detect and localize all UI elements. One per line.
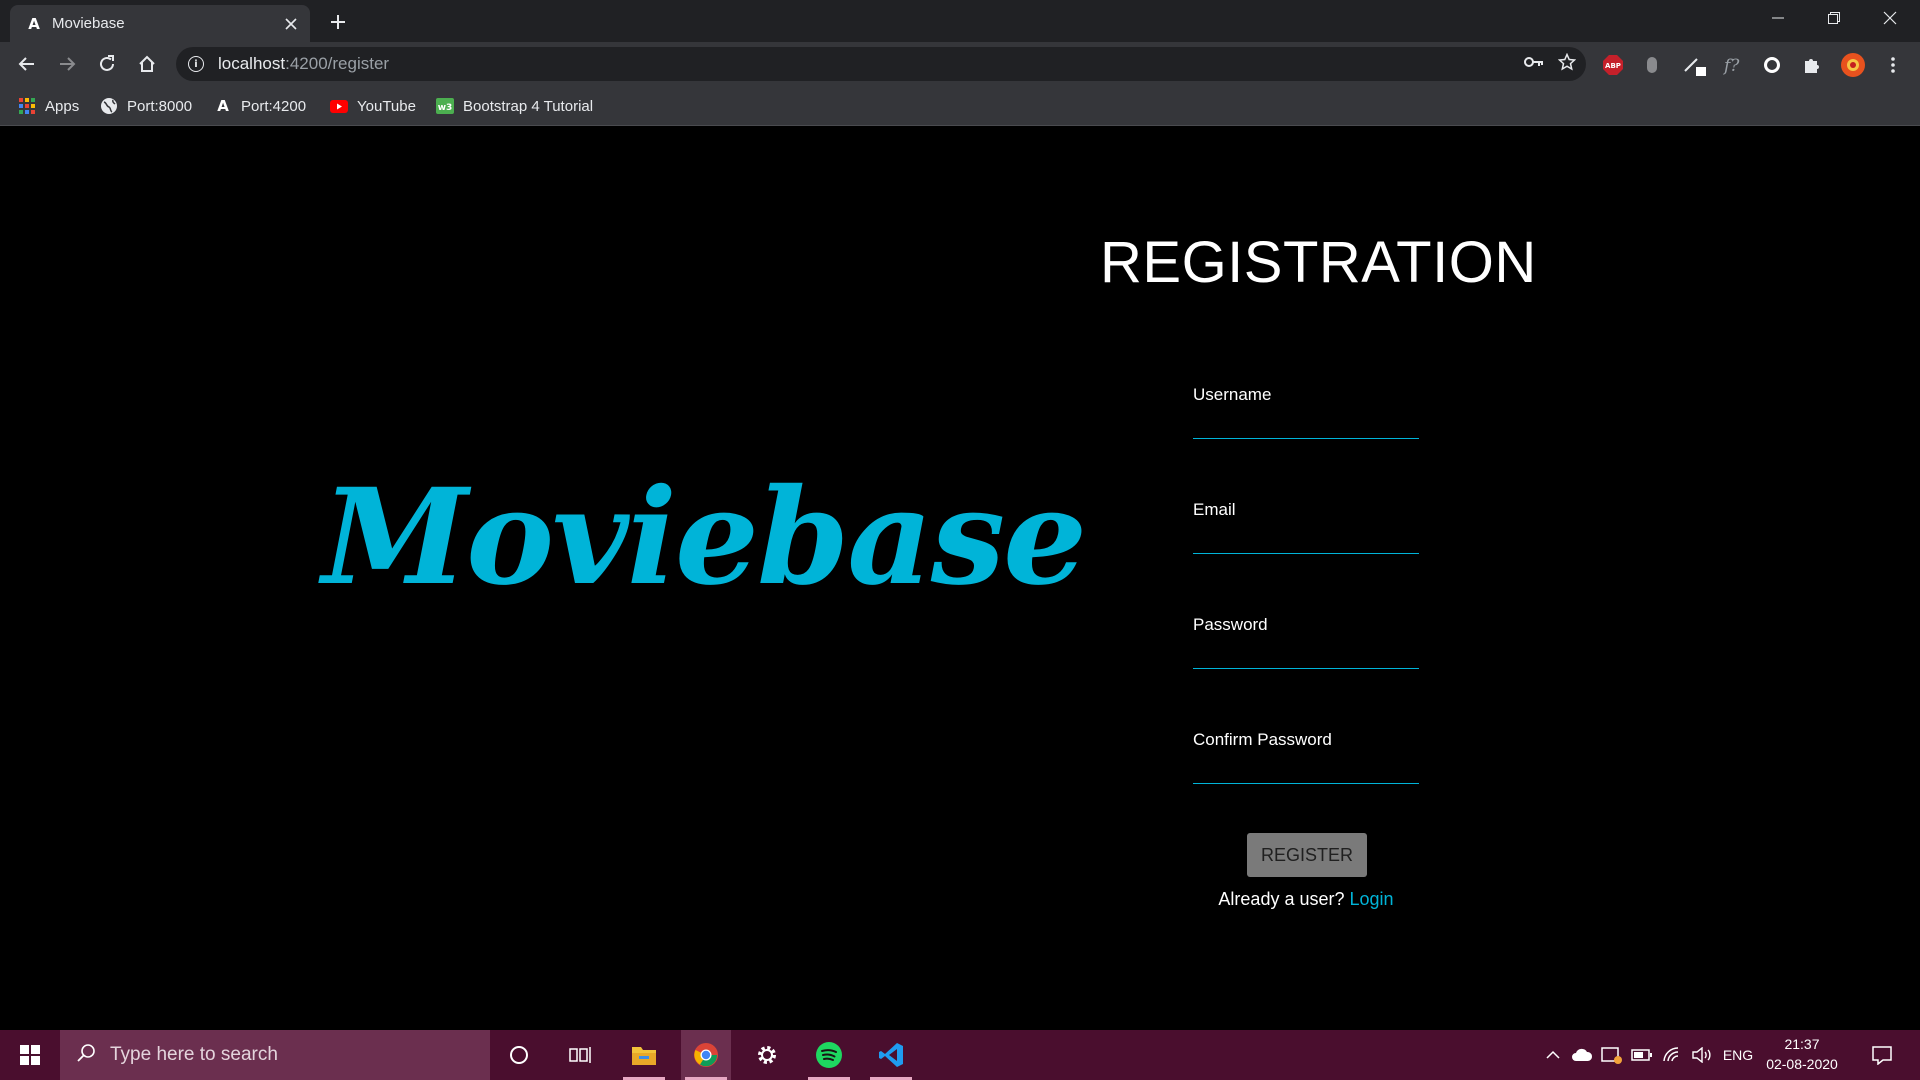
- cortana-icon[interactable]: [494, 1030, 544, 1080]
- search-icon: [76, 1043, 96, 1068]
- w3schools-icon: w3: [436, 97, 454, 115]
- task-view-icon[interactable]: [555, 1030, 605, 1080]
- bookmark-label: Port:4200: [241, 97, 307, 115]
- bookmark-port-8000[interactable]: Port:8000: [100, 94, 192, 118]
- youtube-icon: [330, 97, 348, 115]
- bookmarks-bar: Apps Port:8000 A Port:4200 YouTube w3 Bo…: [0, 86, 1920, 126]
- bookmark-youtube[interactable]: YouTube: [330, 94, 416, 118]
- search-placeholder: Type here to search: [110, 1044, 278, 1065]
- extensions-puzzle-icon[interactable]: [1799, 52, 1825, 78]
- onedrive-icon[interactable]: [1568, 1030, 1596, 1080]
- system-clock[interactable]: 21:37 02-08-2020: [1756, 1034, 1848, 1074]
- new-tab-button[interactable]: [324, 8, 352, 36]
- username-input[interactable]: [1193, 413, 1419, 439]
- forward-button[interactable]: [53, 50, 81, 78]
- bookmark-label: Bootstrap 4 Tutorial: [463, 97, 594, 115]
- volume-icon[interactable]: [1688, 1030, 1716, 1080]
- url-text[interactable]: localhost:4200/register: [218, 54, 389, 74]
- register-button[interactable]: REGISTER: [1247, 833, 1367, 877]
- moviebase-logo: Moviebase: [322, 459, 1087, 615]
- already-user-text: Already a user? Login: [1100, 889, 1512, 910]
- adblock-plus-icon[interactable]: ABP: [1600, 52, 1626, 78]
- username-label: Username: [1193, 385, 1272, 404]
- restore-button[interactable]: [1806, 0, 1862, 36]
- settings-gear-icon[interactable]: [742, 1030, 792, 1080]
- reload-button[interactable]: [93, 50, 121, 78]
- page-title: REGISTRATION: [1100, 230, 1537, 295]
- password-label: Password: [1193, 615, 1268, 634]
- site-info-icon[interactable]: i: [188, 56, 204, 72]
- close-window-button[interactable]: [1862, 0, 1918, 36]
- file-explorer-icon[interactable]: [619, 1030, 669, 1080]
- language-indicator[interactable]: ENG: [1720, 1030, 1756, 1080]
- svg-text:ABP: ABP: [1605, 62, 1621, 70]
- bookmark-label: YouTube: [357, 97, 416, 115]
- login-link[interactable]: Login: [1350, 889, 1394, 909]
- svg-text:f?: f?: [1722, 56, 1740, 76]
- email-input[interactable]: [1193, 528, 1419, 554]
- confirm-password-input[interactable]: [1193, 758, 1419, 784]
- security-icon[interactable]: [1598, 1030, 1626, 1080]
- bookmark-label: Port:8000: [127, 97, 193, 115]
- address-bar[interactable]: i localhost:4200/register: [176, 47, 1586, 81]
- windows-taskbar: Type here to search ENG 21:37 02-08-2020: [0, 1030, 1920, 1080]
- home-button[interactable]: [133, 50, 161, 78]
- browser-tab-bar: A Moviebase: [0, 0, 1920, 42]
- clock-time: 21:37: [1784, 1036, 1820, 1052]
- wifi-icon[interactable]: [1658, 1030, 1686, 1080]
- vscode-icon[interactable]: [866, 1030, 916, 1080]
- already-user-label: Already a user?: [1218, 889, 1345, 909]
- registration-page: Moviebase REGISTRATION Username Email Pa…: [0, 127, 1920, 1030]
- bookmark-star-icon[interactable]: [1557, 52, 1577, 76]
- angular-icon: A: [217, 97, 229, 115]
- windows-logo-icon: [20, 1045, 40, 1065]
- angular-icon: A: [28, 14, 40, 33]
- email-field-group: Email: [1193, 500, 1419, 554]
- bookmark-label: Apps: [45, 97, 80, 115]
- password-field-group: Password: [1193, 615, 1419, 669]
- notification-center-icon[interactable]: [1864, 1030, 1900, 1080]
- confirm-password-label: Confirm Password: [1193, 730, 1332, 749]
- close-tab-icon[interactable]: [282, 15, 300, 33]
- globe-icon: [100, 97, 118, 115]
- bookmark-bootstrap-tutorial[interactable]: w3 Bootstrap 4 Tutorial: [436, 94, 593, 118]
- email-label: Email: [1193, 500, 1236, 519]
- formula-extension-icon[interactable]: f?: [1720, 52, 1746, 78]
- tab-title: Moviebase: [52, 15, 125, 32]
- bookmark-apps[interactable]: Apps: [18, 94, 79, 118]
- back-button[interactable]: [13, 50, 41, 78]
- battery-icon[interactable]: [1628, 1030, 1656, 1080]
- mouse-extension-icon[interactable]: [1639, 52, 1665, 78]
- browser-toolbar: i localhost:4200/register ABP f?: [0, 42, 1920, 86]
- spotify-icon[interactable]: [804, 1030, 854, 1080]
- confirm-password-field-group: Confirm Password: [1193, 730, 1419, 784]
- show-hidden-icons[interactable]: [1540, 1030, 1566, 1080]
- clock-date: 02-08-2020: [1766, 1056, 1838, 1072]
- start-button[interactable]: [0, 1030, 60, 1080]
- username-field-group: Username: [1193, 385, 1419, 439]
- svg-text:w3: w3: [438, 103, 453, 113]
- key-icon[interactable]: [1524, 55, 1544, 73]
- apps-grid-icon: [18, 97, 36, 115]
- bookmark-port-4200[interactable]: A Port:4200: [214, 94, 306, 118]
- password-input[interactable]: [1193, 643, 1419, 669]
- dark-reader-icon[interactable]: [1759, 52, 1785, 78]
- taskbar-search[interactable]: Type here to search: [60, 1030, 490, 1080]
- browser-tab[interactable]: A Moviebase: [10, 5, 310, 42]
- profile-avatar-icon[interactable]: [1840, 52, 1866, 78]
- chrome-menu-icon[interactable]: [1880, 52, 1906, 78]
- pen-extension-icon[interactable]: [1682, 52, 1708, 78]
- chrome-taskbar-icon[interactable]: [681, 1030, 731, 1080]
- minimize-button[interactable]: [1750, 0, 1806, 36]
